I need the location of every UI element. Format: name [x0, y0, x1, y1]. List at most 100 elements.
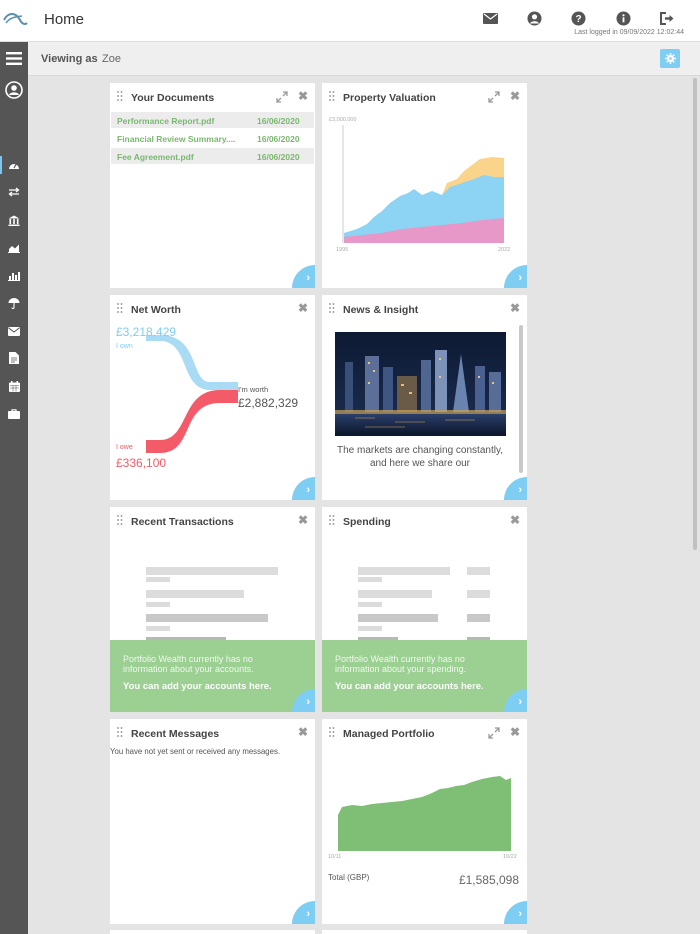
- close-icon[interactable]: ✖: [298, 726, 308, 738]
- card-header: Recent Transactions ✖: [110, 507, 315, 533]
- last-logged-text: Last logged in 09/09/2022 12:02:44: [574, 29, 684, 36]
- logo-icon: [3, 13, 28, 25]
- calendar-icon[interactable]: [0, 375, 28, 397]
- portfolio-x-start: 10/11: [328, 854, 342, 860]
- close-icon[interactable]: ✖: [510, 514, 520, 526]
- svg-text:?: ?: [575, 14, 581, 25]
- chevron-right-icon: ›: [306, 484, 310, 496]
- news-text: The markets are changing constantly, and…: [336, 445, 503, 469]
- area-chart-icon[interactable]: [0, 237, 28, 259]
- mail-icon[interactable]: [0, 320, 28, 342]
- skeleton-line: [467, 614, 490, 622]
- own-amount: £3,218,429: [116, 325, 177, 339]
- user-icon[interactable]: [525, 9, 543, 27]
- transfer-icon[interactable]: [0, 181, 28, 203]
- worth-amount: £2,882,329: [238, 396, 299, 410]
- card-title: Recent Transactions: [131, 516, 234, 528]
- portfolio-series: [338, 776, 511, 851]
- open-card-button[interactable]: ›: [504, 477, 527, 500]
- owe-amount: £336,100: [116, 456, 167, 470]
- close-icon[interactable]: ✖: [298, 514, 308, 526]
- worth-label: I'm worth: [238, 385, 269, 394]
- skeleton-line: [358, 577, 382, 582]
- sidebar: [0, 42, 28, 934]
- document-row[interactable]: Financial Review Summary.... 16/06/2020: [111, 130, 314, 146]
- expand-icon[interactable]: [276, 91, 288, 103]
- card-header: Spending ✖: [322, 507, 527, 533]
- recent-transactions-card: Recent Transactions ✖ Portfolio Wealth c…: [110, 507, 315, 712]
- logout-icon[interactable]: [658, 9, 676, 27]
- card-title: Your Documents: [131, 92, 215, 104]
- skeleton-line: [358, 614, 438, 622]
- skeleton-line: [358, 602, 382, 607]
- document-name[interactable]: Financial Review Summary....: [117, 134, 249, 144]
- news-scrollbar[interactable]: [519, 325, 523, 473]
- document-name[interactable]: Fee Agreement.pdf: [117, 152, 249, 162]
- next-card-edge: [110, 930, 315, 934]
- close-icon[interactable]: ✖: [298, 90, 308, 102]
- portfolio-chart: [338, 776, 511, 851]
- card-title: News & Insight: [343, 304, 419, 316]
- page-scrollbar[interactable]: [693, 78, 697, 550]
- document-date: 16/06/2020: [257, 116, 300, 126]
- property-x-start: 1995: [336, 247, 349, 253]
- overlay-text: Portfolio Wealth currently has no inform…: [335, 654, 467, 674]
- chevron-right-icon: ›: [518, 908, 522, 920]
- open-card-button[interactable]: ›: [292, 265, 315, 288]
- skeleton-line: [146, 602, 170, 607]
- portfolio-x-end: 10/22: [503, 854, 517, 860]
- envelope-icon[interactable]: [481, 9, 499, 27]
- drag-handle-icon[interactable]: [117, 515, 123, 525]
- profile-icon[interactable]: [0, 78, 28, 102]
- no-accounts-overlay: Portfolio Wealth currently has no inform…: [110, 640, 315, 712]
- document-row[interactable]: Fee Agreement.pdf 16/06/2020: [111, 148, 314, 164]
- owe-flow: [146, 390, 238, 453]
- briefcase-icon[interactable]: [0, 403, 28, 425]
- own-label: I own: [116, 343, 133, 350]
- own-flow: [146, 335, 238, 390]
- card-title: Spending: [343, 516, 391, 528]
- bar-chart-icon[interactable]: [0, 265, 28, 287]
- page-title: Home: [44, 11, 85, 28]
- next-card-edge: [322, 930, 527, 934]
- chevron-right-icon: ›: [518, 272, 522, 284]
- gear-icon[interactable]: [660, 49, 680, 68]
- drag-handle-icon[interactable]: [117, 727, 123, 737]
- owe-label: I owe: [116, 444, 133, 451]
- property-valuation-card: Property Valuation ✖ £3,000,000 1995 202…: [322, 83, 527, 288]
- dashboard-icon[interactable]: [0, 154, 28, 176]
- viewing-label: Viewing as: [41, 53, 98, 65]
- news-image[interactable]: [335, 332, 506, 436]
- card-header: News & Insight ✖: [322, 295, 527, 321]
- drag-handle-icon[interactable]: [329, 515, 335, 525]
- skeleton-line: [467, 567, 490, 575]
- card-header: Recent Messages ✖: [110, 719, 315, 745]
- open-card-button[interactable]: ›: [292, 901, 315, 924]
- net-worth-card: Net Worth ✖ £3,218,429 I own I'm worth £…: [110, 295, 315, 500]
- add-accounts-link[interactable]: You can add your accounts here.: [123, 681, 272, 692]
- add-accounts-link[interactable]: You can add your accounts here.: [335, 681, 484, 692]
- document-date: 16/06/2020: [257, 152, 300, 162]
- menu-icon[interactable]: [0, 46, 28, 70]
- managed-portfolio-card: Managed Portfolio ✖ 10/11 10/22 Total (G…: [322, 719, 527, 924]
- recent-messages-card: Recent Messages ✖ You have not yet sent …: [110, 719, 315, 924]
- skeleton-line: [146, 590, 244, 598]
- viewing-name: Zoe: [102, 53, 121, 65]
- help-icon[interactable]: ?: [569, 9, 587, 27]
- document-row[interactable]: Performance Report.pdf 16/06/2020: [111, 112, 314, 128]
- info-icon[interactable]: [614, 9, 632, 27]
- skeleton-line: [358, 626, 382, 631]
- umbrella-icon[interactable]: [0, 292, 28, 314]
- skeleton-line: [146, 614, 268, 622]
- bank-icon[interactable]: [0, 209, 28, 231]
- document-icon[interactable]: [0, 347, 28, 369]
- chevron-right-icon: ›: [306, 272, 310, 284]
- document-name[interactable]: Performance Report.pdf: [117, 116, 249, 126]
- viewing-bar: Viewing as Zoe: [28, 42, 700, 76]
- drag-handle-icon[interactable]: [117, 91, 123, 101]
- document-date: 16/06/2020: [257, 134, 300, 144]
- chevron-right-icon: ›: [306, 696, 310, 708]
- close-icon[interactable]: ✖: [510, 302, 520, 314]
- chevron-right-icon: ›: [518, 696, 522, 708]
- drag-handle-icon[interactable]: [329, 303, 335, 313]
